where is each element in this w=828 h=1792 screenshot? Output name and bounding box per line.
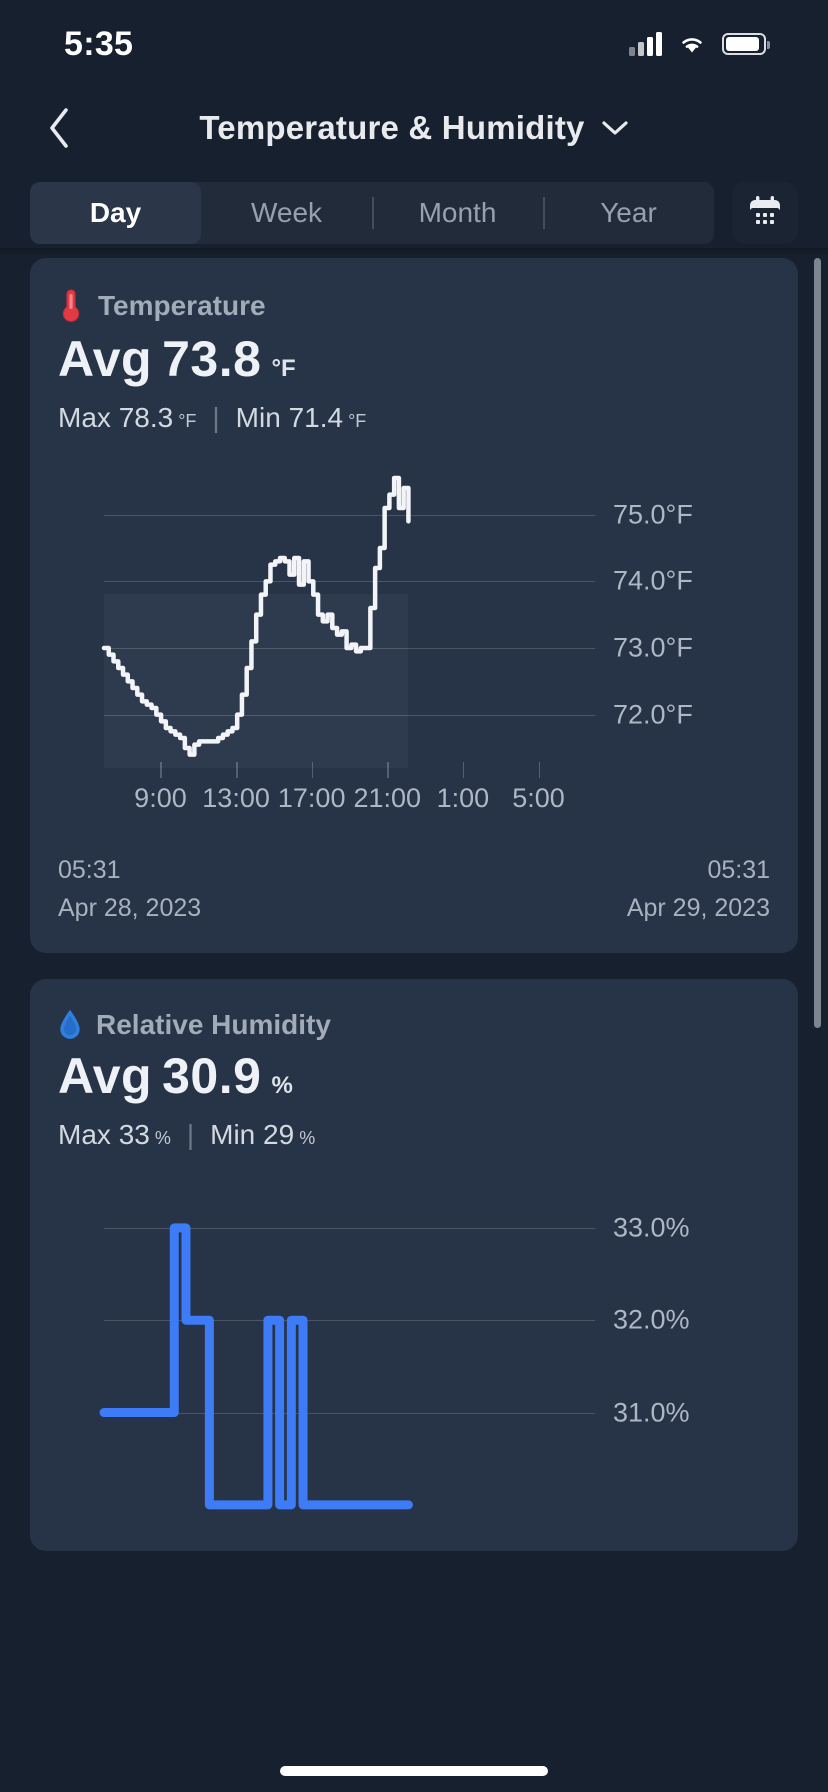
scrollbar[interactable]	[814, 258, 821, 1028]
humidity-card: Relative Humidity Avg 30.9 % Max 33% | M…	[30, 979, 798, 1551]
data-series	[99, 1223, 413, 1510]
range-end-time: 05:31	[707, 856, 770, 884]
min-prefix: Min	[210, 1119, 256, 1150]
x-axis-label: 1:00	[436, 783, 490, 813]
page-title: Temperature & Humidity	[199, 109, 585, 146]
avg-value: 73.8	[162, 331, 262, 387]
nav-bar: Temperature & Humidity	[0, 88, 828, 168]
x-axis-tick	[236, 762, 238, 778]
x-axis-tick	[160, 762, 162, 778]
temperature-card: Temperature Avg 73.8 °F Max 78.3 °F | Min…	[30, 258, 798, 953]
status-time: 5:35	[64, 24, 134, 63]
range-end-date: Apr 29, 2023	[626, 893, 770, 922]
max-unit: %	[154, 1128, 171, 1148]
x-axis-tick	[311, 762, 314, 778]
temperature-label: Temperature	[98, 290, 266, 321]
y-axis-label: 73.0°F	[613, 632, 693, 663]
data-series	[101, 475, 411, 757]
temperature-plot-area: 75.0°F 74.0°F 73.0°F 72.0°F	[101, 468, 693, 768]
range-end: 05:31 Apr 29, 2023	[627, 852, 770, 927]
y-axis-label: 75.0°F	[613, 499, 693, 530]
x-axis-label: 21:00	[353, 783, 422, 813]
status-icons	[629, 32, 770, 56]
avg-unit: %	[271, 1072, 293, 1099]
content-scroll-area[interactable]: Temperature Avg 73.8 °F Max 78.3 °F | Min…	[0, 248, 828, 1792]
x-axis-label: 13:00	[202, 783, 270, 813]
avg-prefix: Avg	[58, 1048, 153, 1104]
thermometer-icon	[62, 289, 80, 322]
wifi-icon	[676, 32, 708, 56]
tab-year[interactable]: Year	[543, 182, 714, 244]
tab-day[interactable]: Day	[30, 182, 201, 244]
max-prefix: Max	[58, 402, 111, 433]
chevron-left-icon	[50, 108, 68, 148]
avg-prefix: Avg	[58, 331, 153, 387]
max-value: 78.3	[118, 402, 174, 433]
temperature-x-axis: 9:00 13:00 17:00 21:00 1:00 5:00	[104, 762, 595, 813]
title-dropdown[interactable]: Temperature & Humidity	[199, 109, 628, 147]
phone-screen: 5:35 Temperature & Humidity Day Week Mon…	[0, 0, 828, 1792]
x-axis-tick	[387, 762, 389, 778]
avg-value: 30.9	[162, 1048, 262, 1104]
min-value: 71.4	[288, 402, 344, 433]
range-selector: Day Week Month Year	[0, 180, 828, 246]
segmented-control: Day Week Month Year	[30, 182, 714, 244]
battery-icon	[722, 33, 770, 55]
x-axis-label: 9:00	[134, 783, 187, 813]
avg-unit: °F	[271, 355, 296, 382]
chevron-down-icon	[601, 121, 628, 135]
y-axis-label: 32.0%	[613, 1304, 690, 1335]
tab-month[interactable]: Month	[372, 182, 543, 244]
temperature-chart: 75.0°F 74.0°F 73.0°F 72.0°F 9:00 13:00 17:00 2…	[58, 468, 770, 813]
temperature-card-header: Temperature	[58, 288, 770, 324]
humidity-label: Relative Humidity	[96, 1009, 331, 1040]
min-unit: %	[299, 1128, 316, 1148]
min-prefix: Min	[235, 402, 281, 433]
x-axis-label: 17:00	[277, 783, 346, 813]
home-indicator	[280, 1766, 548, 1776]
minmax-divider: |	[186, 1119, 195, 1150]
min-unit: °F	[348, 411, 367, 431]
range-start: 05:31 Apr 28, 2023	[58, 852, 201, 927]
y-axis-label: 72.0°F	[613, 699, 693, 730]
tab-week[interactable]: Week	[201, 182, 372, 244]
max-prefix: Max	[58, 1119, 111, 1150]
x-axis-tick	[462, 762, 465, 778]
x-axis-tick	[538, 762, 541, 778]
humidity-minmax: Max 33% | Min 29%	[58, 1119, 770, 1151]
temperature-date-range: 05:31 Apr 28, 2023 05:31 Apr 29, 2023	[58, 852, 770, 927]
range-start-time: 05:31	[58, 856, 121, 884]
y-axis-label: 33.0%	[613, 1212, 690, 1243]
max-unit: °F	[178, 411, 197, 431]
min-value: 29	[263, 1119, 295, 1150]
temperature-average: Avg 73.8 °F	[58, 330, 770, 388]
y-axis-label: 74.0°F	[613, 565, 693, 596]
temperature-minmax: Max 78.3 °F | Min 71.4 °F	[58, 402, 770, 434]
y-axis-label: 31.0%	[613, 1397, 690, 1428]
water-drop-icon	[60, 1009, 80, 1039]
x-axis-label: 5:00	[512, 783, 565, 813]
back-button[interactable]	[30, 99, 88, 157]
humidity-plot-area: 33.0% 32.0% 31.0%	[99, 1191, 690, 1551]
humidity-average: Avg 30.9 %	[58, 1047, 770, 1105]
humidity-chart: 33.0% 32.0% 31.0%	[58, 1191, 770, 1551]
calendar-icon	[750, 196, 780, 228]
range-start-date: Apr 28, 2023	[58, 893, 202, 922]
minmax-divider: |	[212, 402, 220, 433]
cellular-signal-icon	[629, 32, 662, 56]
calendar-button[interactable]	[732, 182, 798, 244]
max-value: 33	[118, 1119, 150, 1150]
status-bar: 5:35	[0, 0, 828, 88]
humidity-card-header: Relative Humidity	[58, 1009, 770, 1041]
